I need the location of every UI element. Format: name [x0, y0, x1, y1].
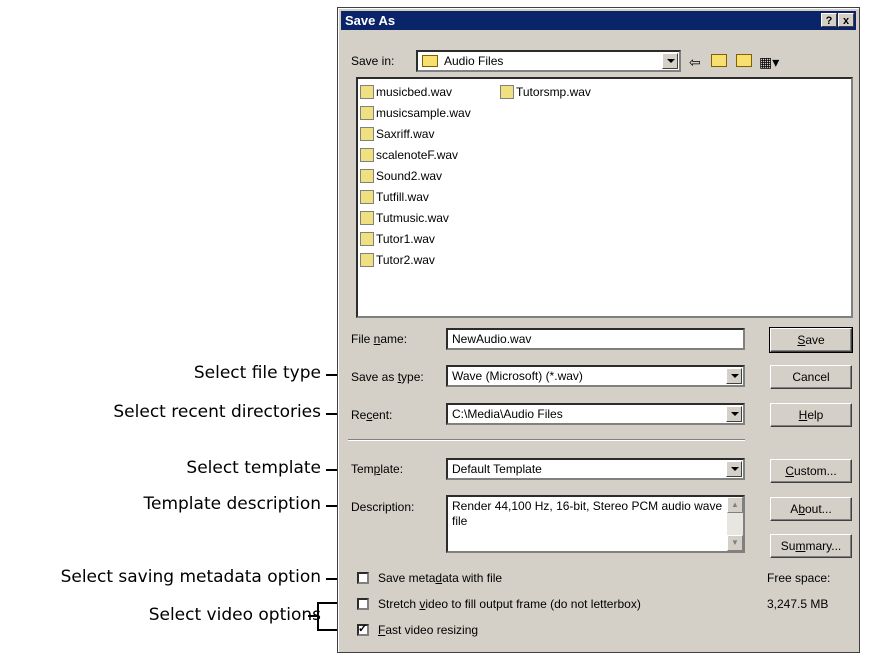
file-item[interactable]: Saxriff.wav: [360, 125, 434, 143]
new-folder-icon[interactable]: [736, 54, 752, 70]
description-box: Render 44,100 Hz, 16-bit, Stereo PCM aud…: [446, 495, 745, 553]
save-as-type-value: Wave (Microsoft) (*.wav): [452, 369, 583, 383]
audio-file-icon: [360, 85, 374, 99]
about-button[interactable]: About...: [770, 497, 852, 521]
chevron-down-icon[interactable]: [726, 368, 742, 384]
save-as-type-dropdown[interactable]: Wave (Microsoft) (*.wav): [446, 365, 745, 387]
save-in-label: Save in:: [351, 54, 395, 68]
file-name-text: Tutor2.wav: [376, 253, 435, 267]
save-metadata-label[interactable]: Save metadata with file: [378, 571, 502, 585]
free-space-label: Free space:: [767, 571, 831, 585]
file-item[interactable]: scalenoteF.wav: [360, 146, 458, 164]
callout-select-video-options: Select video options: [148, 605, 321, 625]
recent-value: C:\Media\Audio Files: [452, 407, 563, 421]
recent-dropdown[interactable]: C:\Media\Audio Files: [446, 403, 745, 425]
template-label: Template:: [351, 462, 404, 476]
help-button[interactable]: Help: [770, 403, 852, 427]
scroll-down-button[interactable]: ▼: [727, 535, 743, 551]
description-label: Description:: [351, 500, 415, 514]
callout-select-file-type: Select file type: [193, 363, 321, 383]
audio-file-icon: [360, 106, 374, 120]
audio-file-icon: [360, 127, 374, 141]
file-item[interactable]: Tutorsmp.wav: [500, 83, 591, 101]
chevron-down-icon[interactable]: [726, 461, 742, 477]
save-in-value: Audio Files: [444, 54, 504, 68]
file-name-text: Tutorsmp.wav: [516, 85, 591, 99]
separator: [348, 439, 745, 441]
stretch-video-label[interactable]: Stretch video to fill output frame (do n…: [378, 597, 641, 611]
file-name-text: Tutor1.wav: [376, 232, 435, 246]
file-list[interactable]: musicbed.wav musicsample.wav Saxriff.wav…: [356, 77, 853, 318]
template-dropdown[interactable]: Default Template: [446, 458, 745, 480]
audio-file-icon: [360, 211, 374, 225]
file-name-label: File name:: [351, 332, 408, 346]
callout-template-description: Template description: [143, 494, 322, 514]
custom-button[interactable]: Custom...: [770, 459, 852, 483]
save-as-dialog: Save As ? x Save in: Audio Files ⇦ ▦▾ mu…: [337, 7, 860, 653]
scroll-up-button[interactable]: ▲: [727, 497, 743, 513]
file-name-input[interactable]: NewAudio.wav: [446, 328, 745, 350]
file-item[interactable]: musicbed.wav: [360, 83, 452, 101]
file-name-text: Sound2.wav: [376, 169, 443, 183]
dialog-title: Save As: [345, 13, 396, 28]
file-item[interactable]: Tutor2.wav: [360, 251, 435, 269]
file-item[interactable]: Tutfill.wav: [360, 188, 429, 206]
folder-icon: [422, 55, 438, 67]
file-item[interactable]: Tutor1.wav: [360, 230, 435, 248]
audio-file-icon: [360, 253, 374, 267]
save-in-dropdown[interactable]: Audio Files: [416, 50, 681, 72]
chevron-down-icon[interactable]: [726, 406, 742, 422]
up-folder-icon[interactable]: [711, 54, 727, 70]
file-item[interactable]: Tutmusic.wav: [360, 209, 449, 227]
file-name-text: scalenoteF.wav: [376, 148, 459, 162]
file-name-text: musicsample.wav: [376, 106, 471, 120]
callout-select-recent-directories: Select recent directories: [113, 402, 321, 422]
description-scrollbar[interactable]: ▲ ▼: [727, 497, 743, 551]
file-name-text: Tutmusic.wav: [376, 211, 449, 225]
callout-select-template: Select template: [186, 458, 321, 478]
file-item[interactable]: Sound2.wav: [360, 167, 442, 185]
callout-select-metadata-option: Select saving metadata option: [60, 567, 321, 587]
chevron-down-icon[interactable]: [662, 53, 678, 69]
audio-file-icon: [500, 85, 514, 99]
description-text: Render 44,100 Hz, 16-bit, Stereo PCM aud…: [452, 499, 723, 528]
audio-file-icon: [360, 232, 374, 246]
save-button[interactable]: Save: [769, 327, 853, 353]
help-title-button[interactable]: ?: [821, 13, 837, 27]
close-button[interactable]: x: [838, 13, 854, 27]
back-arrow-icon[interactable]: ⇦: [689, 54, 701, 71]
fast-video-resizing-checkbox[interactable]: [357, 622, 369, 636]
stretch-video-checkbox[interactable]: [357, 598, 369, 610]
free-space-value: 3,247.5 MB: [767, 597, 829, 611]
file-name-text: musicbed.wav: [376, 85, 453, 99]
file-name-text: Saxriff.wav: [376, 127, 435, 141]
audio-file-icon: [360, 169, 374, 183]
cancel-button[interactable]: Cancel: [770, 365, 852, 389]
file-item[interactable]: musicsample.wav: [360, 104, 471, 122]
audio-file-icon: [360, 190, 374, 204]
template-value: Default Template: [452, 462, 542, 476]
save-as-type-label: Save as type:: [351, 370, 424, 384]
fast-video-resizing-label[interactable]: Fast video resizing: [378, 623, 478, 637]
bracket-stub: [308, 615, 318, 617]
audio-file-icon: [360, 148, 374, 162]
title-bar: Save As ? x: [341, 11, 856, 30]
view-menu-icon[interactable]: ▦▾: [759, 54, 779, 71]
file-name-text: Tutfill.wav: [376, 190, 429, 204]
summary-button[interactable]: Summary...: [770, 534, 852, 558]
save-metadata-checkbox[interactable]: [357, 572, 369, 584]
recent-label: Recent:: [351, 408, 393, 422]
